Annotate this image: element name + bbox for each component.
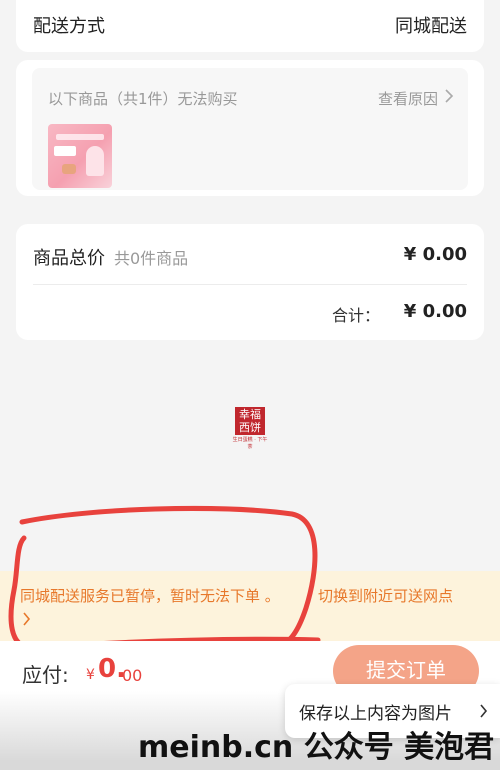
thumb-tag-shape	[54, 146, 76, 156]
switch-nearby-store-link[interactable]: 切换到附近可送网点	[318, 585, 453, 606]
delivery-paused-notice: 同城配送服务已暂停，暂时无法下单 。	[20, 587, 280, 605]
goods-count: 共0件商品	[114, 249, 189, 268]
delivery-method-card: 配送方式 同城配送	[16, 0, 484, 52]
payable-currency: ¥	[86, 667, 95, 683]
sum-label: 合计：	[331, 306, 380, 325]
delivery-warning-bar: 同城配送服务已暂停，暂时无法下单 。 切换到附近可送网点	[0, 571, 500, 641]
divider	[33, 284, 467, 285]
payable-label: 应付:	[22, 663, 69, 687]
save-as-image-label[interactable]: 保存以上内容为图片	[299, 699, 452, 724]
goods-total-price: ¥ 0.00	[403, 244, 467, 265]
product-thumbnail[interactable]	[48, 124, 112, 188]
brand-name-top: 幸福	[239, 408, 261, 421]
chevron-right-icon[interactable]	[22, 612, 31, 626]
thumb-figure-shape	[86, 146, 104, 176]
unavailable-items-panel: 以下商品（共1件）无法购买 查看原因	[32, 68, 468, 190]
goods-total-label: 商品总价	[33, 248, 105, 269]
chevron-right-icon[interactable]	[444, 89, 454, 103]
unavailable-items-card: 以下商品（共1件）无法购买 查看原因	[16, 60, 484, 196]
delivery-method-label: 配送方式	[33, 16, 105, 37]
watermark-text: meinb.cn 公众号 美泡君	[138, 730, 495, 765]
thumb-banner-shape	[56, 134, 104, 140]
delivery-method-value[interactable]: 同城配送	[395, 12, 467, 38]
order-total-card: 商品总价 共0件商品 ¥ 0.00 合计： ¥ 0.00	[16, 224, 484, 340]
brand-name-bottom: 西饼	[239, 421, 261, 434]
brand-slogan: 生日蛋糕 · 下午茶	[232, 437, 268, 450]
thumb-cake-shape	[62, 164, 76, 174]
payable-amount-decimal: 00	[122, 666, 143, 685]
chevron-right-icon[interactable]	[479, 704, 488, 718]
view-reason-link[interactable]: 查看原因	[378, 88, 438, 109]
brand-logo: 幸福 西饼 生日蛋糕 · 下午茶	[233, 407, 267, 450]
unavailable-items-title: 以下商品（共1件）无法购买	[48, 90, 238, 108]
sum-value: ¥ 0.00	[403, 301, 467, 322]
brand-logo-box: 幸福 西饼	[235, 407, 265, 435]
